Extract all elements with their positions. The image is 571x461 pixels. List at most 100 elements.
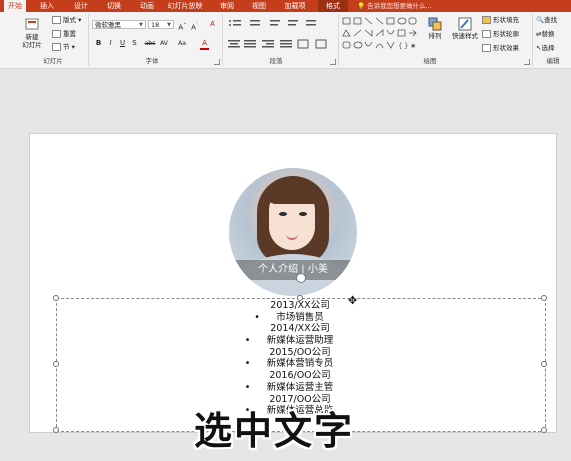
shape-fill-button[interactable]: 形状填充 [482,16,519,25]
chevron-down-icon: ▼ [167,22,171,28]
resize-handle-bottom-right[interactable] [541,427,547,433]
text-line[interactable]: 2013/XX公司 [56,300,544,312]
tab-view[interactable]: 视图 [248,0,270,12]
svg-text:★: ★ [410,42,416,50]
slide-canvas[interactable]: 个人介绍 | 小美 2013/XX公司市场销售员2014/XX公司新媒体运营助理… [29,133,557,433]
text-line[interactable]: 2015/OO公司 [56,347,544,359]
text-line-content: 2013/XX公司 [270,300,330,311]
shape-effects-label: 形状效果 [493,44,519,52]
ribbon-tab-bar: 开始 插入 设计 切换 动画 幻灯片放映 审阅 视图 加载项 格式 💡 告诉我您想… [0,0,571,12]
group-divider [88,14,89,66]
text-line-content: 新媒体运营助理 [267,335,334,346]
shrink-font-button[interactable]: Aˇ [190,20,199,32]
font-color-button[interactable]: A [200,39,209,50]
text-line-content: 新媒体运营主管 [267,382,334,393]
quick-styles-icon [458,17,472,31]
paragraph-dialog-launcher-icon[interactable] [330,59,336,65]
section-label: 节 [63,43,70,51]
font-family-select[interactable]: 微软雅黑 ▼ [92,20,146,29]
paint-bucket-icon [482,16,491,24]
bullet-list-item[interactable]: 新媒体运营助理 [56,335,544,347]
font-dialog-launcher-icon[interactable] [214,59,220,65]
paragraph-controls[interactable] [226,18,336,54]
bullet-list-item[interactable]: 新媒体营销专员 [56,358,544,370]
editing-group-label: 编辑 [546,57,560,65]
new-slide-icon [25,18,39,30]
shape-outline-label: 形状轮廓 [493,30,519,38]
overlay-caption: 选中文字 [194,409,355,453]
text-line[interactable]: 2016/OO公司 [56,370,544,382]
bullet-list-item[interactable]: 市场销售员 [56,312,544,324]
arrange-label: 排列 [428,32,442,40]
bullet-list-item[interactable]: 新媒体运营主管 [56,382,544,394]
group-divider [532,14,533,66]
text-line-content: 2014/XX公司 [270,323,330,335]
tab-animations[interactable]: 动画 [136,0,158,12]
text-line[interactable]: 2014/XX公司 [56,323,544,335]
shadow-button[interactable]: S [130,39,139,48]
font-size-select[interactable]: 18 ▼ [148,20,174,29]
tab-format[interactable]: 格式 [318,0,348,12]
layout-button[interactable]: 版式 ▾ [52,16,81,25]
bold-button[interactable]: B [94,39,103,48]
profile-photo[interactable]: 个人介绍 | 小美 [229,168,357,296]
font-group-label: 字体 [145,57,159,65]
shape-effects-button[interactable]: 形状效果 [482,44,519,53]
replace-button[interactable]: ⇄替换 [536,30,554,39]
pen-outline-icon [482,30,491,38]
paragraph-group-label: 段落 [269,57,283,65]
strikethrough-button[interactable]: abc [144,39,156,48]
shapes-gallery[interactable]: { } ★ [342,16,420,54]
reset-label: 重置 [63,30,76,38]
section-button[interactable]: 节 ▾ [52,43,75,52]
find-label: 查找 [544,16,558,24]
tab-review[interactable]: 审阅 [216,0,238,12]
drawing-dialog-launcher-icon[interactable] [524,59,530,65]
photo-eye [299,212,307,216]
clear-format-icon[interactable]: A̸ [208,20,217,29]
grow-font-button[interactable]: A^ [178,20,187,32]
tab-addins[interactable]: 加载项 [281,0,309,12]
chevron-down-icon: ▼ [139,22,143,28]
new-slide-label: 新建 幻灯片 [22,33,42,49]
new-slide-button[interactable]: 新建 幻灯片 [18,18,46,49]
profile-caption: 个人介绍 | 小美 [258,264,328,275]
shape-outline-button[interactable]: 形状轮廓 [482,30,519,39]
photo-bangs [267,184,319,204]
replace-label: 替换 [541,30,555,38]
tab-home[interactable]: 开始 [4,0,26,12]
shapes-gallery-icon: { } ★ [342,17,417,50]
tab-design[interactable]: 设计 [70,0,92,12]
italic-button[interactable]: I [106,39,115,48]
shape-fill-label: 形状填充 [493,16,519,24]
group-divider [338,14,339,66]
tab-transitions[interactable]: 切换 [103,0,125,12]
find-button[interactable]: 🔍查找 [536,16,557,25]
layout-label: 版式 [63,16,76,24]
reset-button[interactable]: 重置 [52,30,76,39]
rotate-handle-icon[interactable] [296,273,306,283]
lightbulb-icon: 💡 [357,2,366,10]
tab-insert[interactable]: 插入 [36,0,58,12]
font-size-value: 18 [151,21,160,29]
resize-handle-bottom-left[interactable] [53,427,59,433]
change-case-button[interactable]: Aa [176,39,188,48]
tell-me-text: 告诉我您想要做什么... [367,2,432,10]
quick-styles-button[interactable]: 快速样式 [448,17,482,40]
select-button[interactable]: ↖选择 [536,44,554,53]
text-line-content: 新媒体营销专员 [267,358,334,369]
char-spacing-button[interactable]: AV [158,39,170,48]
font-family-value: 微软雅黑 [95,21,121,29]
effects-icon [482,44,491,52]
tell-me-search[interactable]: 💡 告诉我您想要做什么... [357,0,432,12]
tab-slideshow[interactable]: 幻灯片放映 [165,0,205,12]
section-icon [52,43,61,51]
photo-eye [279,212,287,216]
layout-icon [52,16,61,24]
svg-text:{: { [398,42,402,50]
underline-button[interactable]: U [118,39,127,48]
arrange-button[interactable]: 排列 [422,17,448,40]
slides-group-label: 幻灯片 [43,57,63,65]
text-line-content: 2015/OO公司 [269,346,331,358]
ribbon: 新建 幻灯片 版式 ▾ 重置 节 ▾ 幻灯片 微软雅黑 ▼ 18 ▼ A^ Aˇ A̸… [0,12,571,69]
